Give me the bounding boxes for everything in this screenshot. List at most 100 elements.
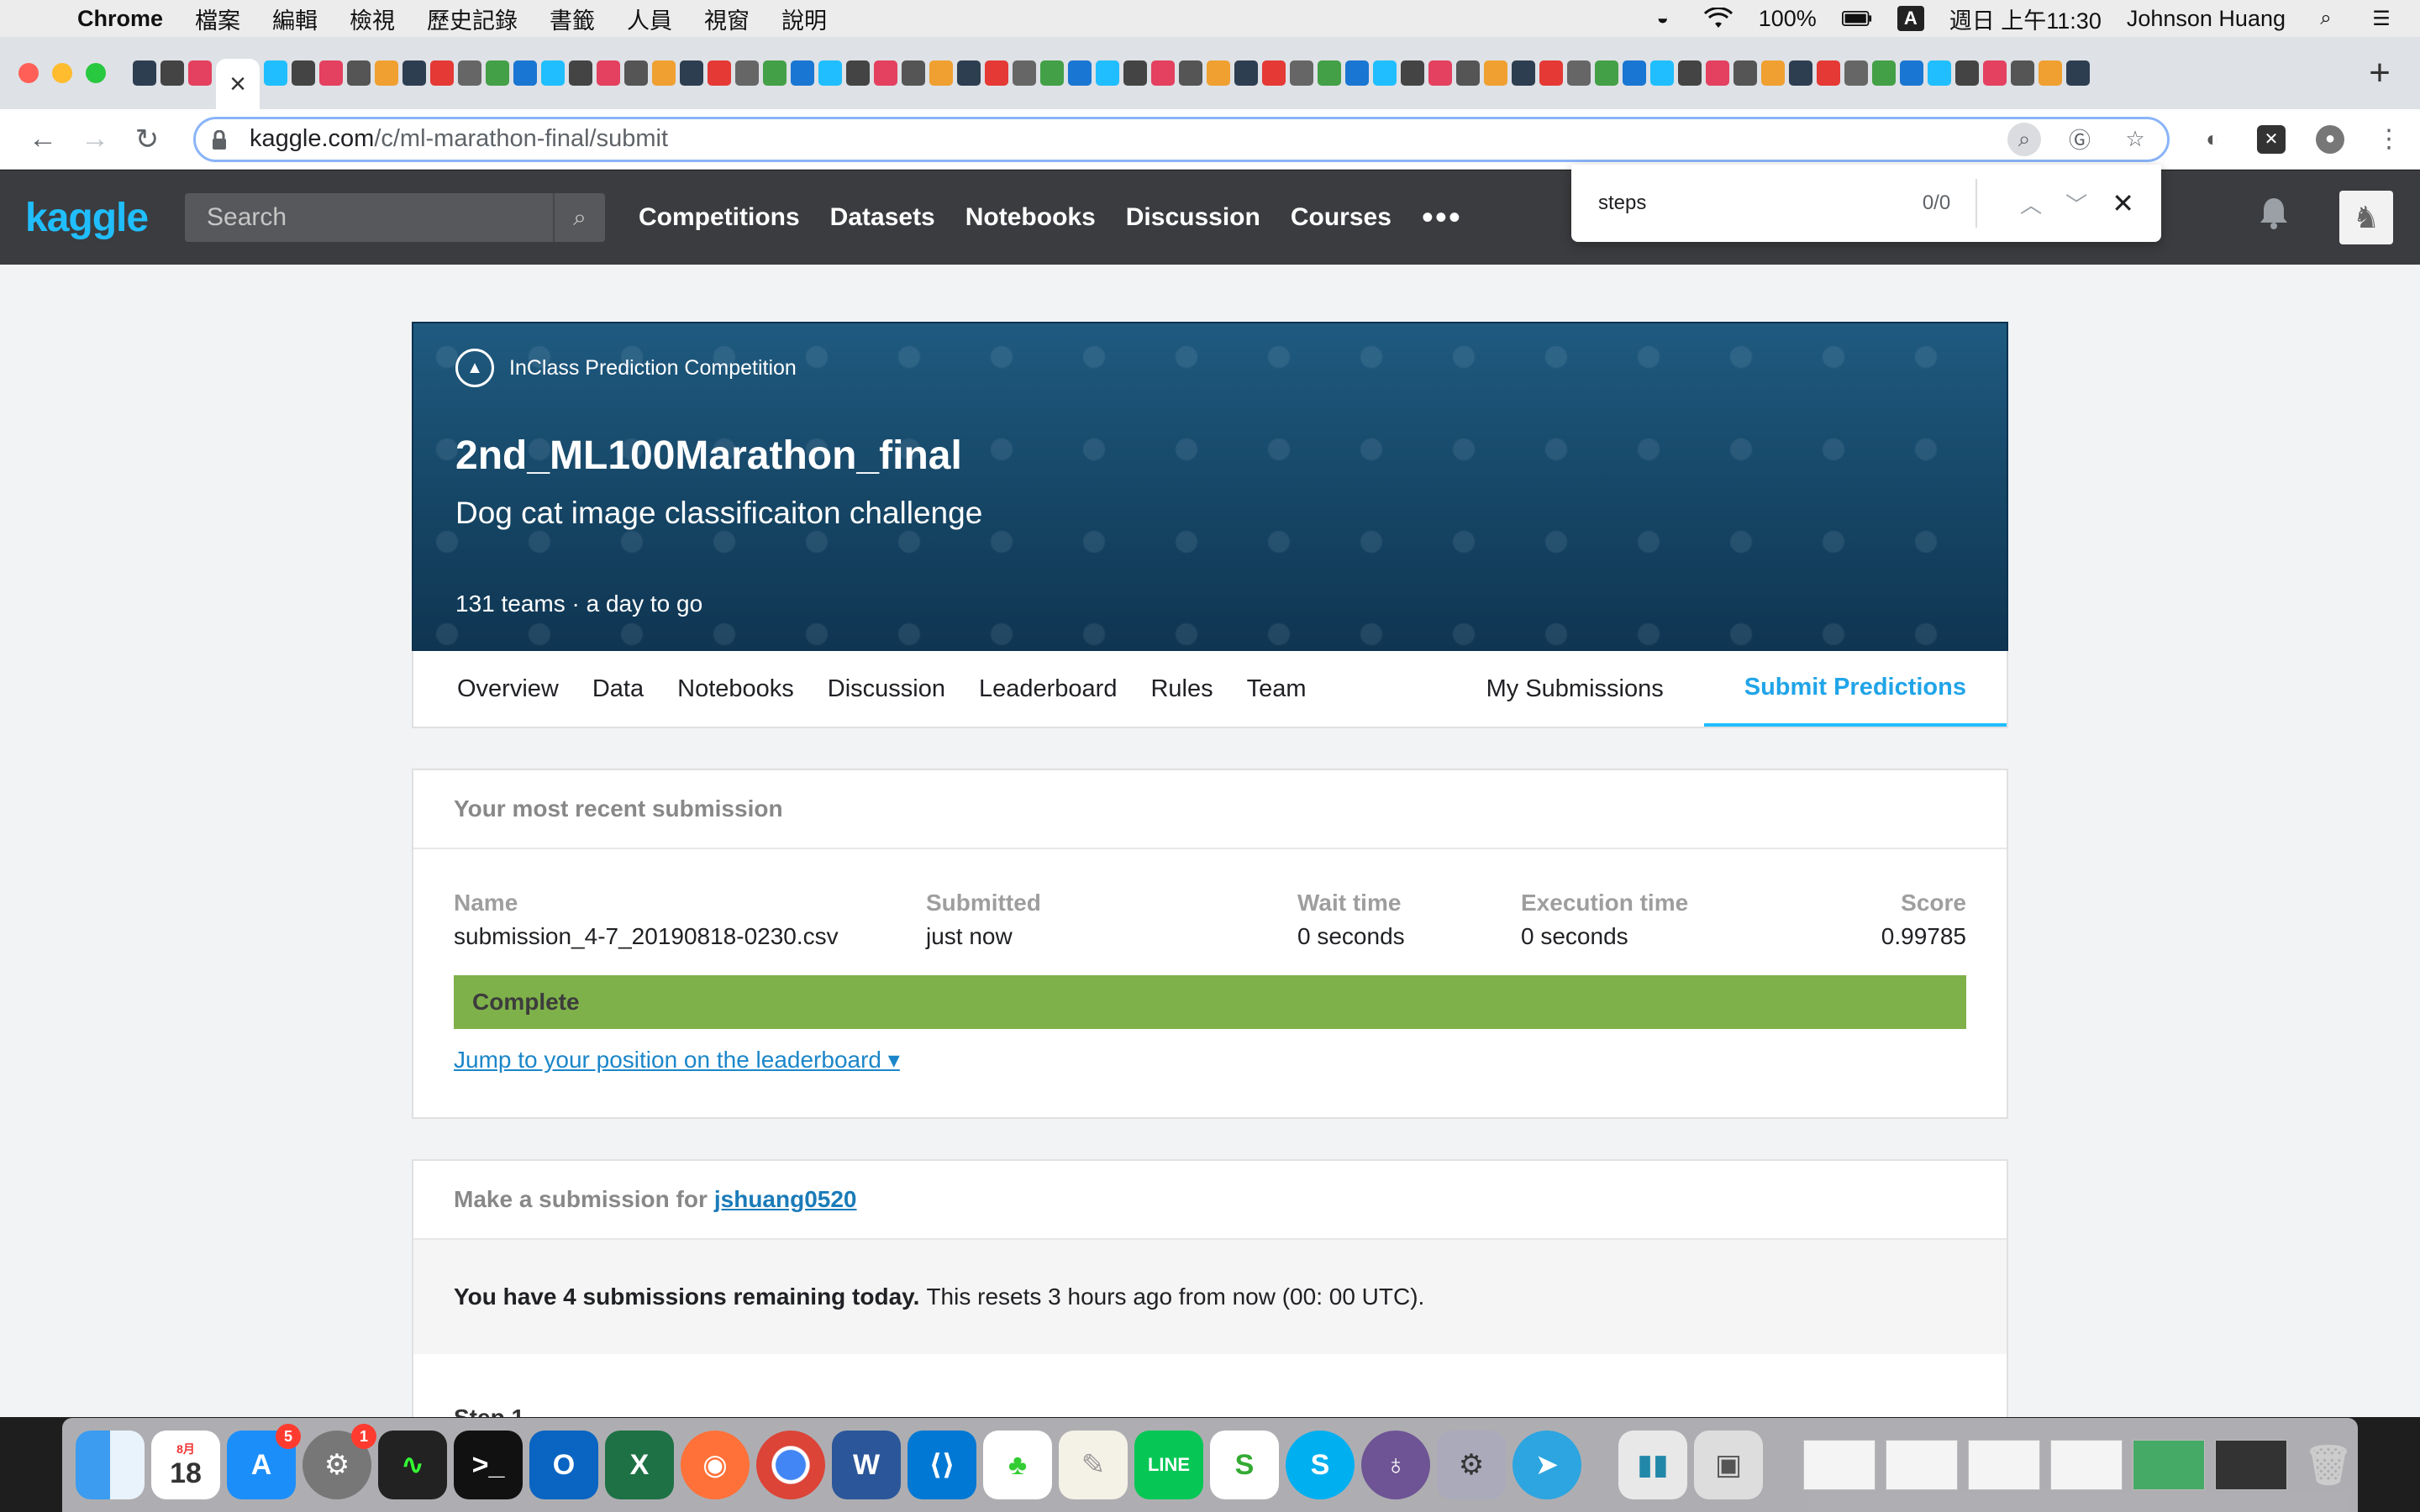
chart-app-icon[interactable]: ▮▮ [1618,1431,1687,1499]
excel-icon[interactable]: X [605,1431,674,1499]
find-input[interactable]: steps [1598,192,1923,215]
minimized-window[interactable] [2215,1440,2287,1490]
tab-data[interactable]: Data [592,675,644,703]
extension-pin-icon[interactable]: ◐ [2198,124,2227,154]
firefox-icon[interactable]: ◉ [681,1431,750,1499]
tab-favicon[interactable] [1678,60,1702,86]
tab-favicon[interactable] [1983,60,2007,86]
minimized-window[interactable] [1886,1440,1958,1490]
tab-favicon[interactable] [846,60,870,86]
tab-favicon[interactable] [1761,60,1785,86]
tab-favicon[interactable] [1040,60,1064,86]
tab-favicon[interactable] [708,60,731,86]
tab-favicon[interactable] [735,60,759,86]
tab-my-submissions[interactable]: My Submissions [1446,651,1704,727]
tab-favicon[interactable] [1290,60,1313,86]
find-next-icon[interactable]: ﹀ [2060,188,2093,219]
tab-favicon[interactable] [569,60,592,86]
tab-favicon[interactable] [1512,60,1535,86]
translate-icon[interactable]: Ⓖ [2063,123,2096,156]
tab-favicon[interactable] [1345,60,1369,86]
reload-icon[interactable]: ↻ [121,123,173,156]
tab-favicon[interactable] [763,60,786,86]
minimized-window[interactable] [1803,1440,1876,1490]
menu-help[interactable]: 說明 [781,3,827,35]
menu-history[interactable]: 歷史記錄 [427,3,518,35]
minimized-window[interactable] [1968,1440,2040,1490]
active-tab-close-icon[interactable]: × [216,59,260,109]
minimized-window[interactable] [2133,1440,2205,1490]
line-icon[interactable]: LINE [1134,1431,1203,1499]
tab-favicon[interactable] [1567,60,1591,86]
battery-icon[interactable] [1841,7,1872,30]
tab-favicon[interactable] [1234,60,1258,86]
tab-discussion[interactable]: Discussion [828,675,945,703]
menu-edit[interactable]: 編輯 [272,3,318,35]
find-in-page-icon[interactable]: ⌕ [2007,122,2041,156]
tab-favicon[interactable] [902,60,925,86]
tab-favicon[interactable] [1151,60,1175,86]
tab-favicon[interactable] [985,60,1008,86]
tab-rules[interactable]: Rules [1150,675,1213,703]
tab-submit-predictions[interactable]: Submit Predictions [1703,651,2007,727]
github-icon[interactable]: ♁ [1361,1431,1430,1499]
tab-favicon[interactable] [486,60,509,86]
tab-favicon[interactable] [1928,60,1951,86]
evernote-icon[interactable]: ♣ [983,1431,1052,1499]
tab-overview[interactable]: Overview [457,675,559,703]
kaggle-search-input[interactable]: Search ⌕ [185,193,605,242]
chrome-menu-icon[interactable]: ⋮ [2375,124,2403,154]
tab-favicon[interactable] [2011,60,2034,86]
forward-arrow-icon[interactable]: → [69,123,121,155]
tab-favicon[interactable] [1262,60,1286,86]
menu-window[interactable]: 視窗 [704,3,750,35]
tab-favicon[interactable] [541,60,565,86]
tab-favicon[interactable] [1733,60,1757,86]
lock-icon[interactable] [211,129,229,150]
cloud-status-icon[interactable]: ◒ [1648,7,1678,30]
tab-favicon[interactable] [1844,60,1868,86]
tab-favicon[interactable] [1068,60,1092,86]
menu-bookmarks[interactable]: 書籤 [550,3,595,35]
search-icon[interactable]: ⌕ [553,193,605,242]
jump-to-leaderboard-link[interactable]: Jump to your position on the leaderboard… [454,1046,1966,1074]
tab-favicon[interactable] [1456,60,1480,86]
tab-favicon[interactable] [1817,60,1840,86]
menu-people[interactable]: 人員 [627,3,672,35]
preview-icon[interactable]: ▣ [1694,1431,1763,1499]
tab-favicon[interactable] [957,60,981,86]
close-window-icon[interactable] [18,63,39,83]
input-method-badge[interactable]: A [1897,6,1924,31]
zoom-window-icon[interactable] [86,63,106,83]
tab-favicon[interactable] [1650,60,1674,86]
tab-favicon[interactable] [1318,60,1341,86]
tab-favicon[interactable] [375,60,398,86]
more-menu-icon[interactable]: ••• [1422,199,1462,237]
profile-avatar-icon[interactable]: ● [2316,124,2344,154]
tab-favicon[interactable] [319,60,343,86]
menu-view[interactable]: 檢視 [350,3,395,35]
extension-x-icon[interactable]: ✕ [2257,124,2286,154]
terminal-icon[interactable]: >_ [454,1431,523,1499]
tab-favicon[interactable] [160,60,184,86]
spotlight-search-icon[interactable]: ⌕ [2311,7,2341,30]
system-preferences-icon[interactable]: ⚙ 1 [302,1424,376,1499]
kaggle-logo[interactable]: kaggle [25,195,160,241]
tab-favicon[interactable] [264,60,287,86]
address-bar[interactable]: kaggle.com/c/ml-marathon-final/submit ⌕ … [193,116,2170,162]
tab-favicon[interactable] [188,60,212,86]
back-arrow-icon[interactable]: ← [17,123,69,155]
nav-discussion[interactable]: Discussion [1126,203,1260,232]
username-link[interactable]: jshuang0520 [714,1186,857,1213]
tab-favicon[interactable] [597,60,620,86]
tab-favicon[interactable] [1373,60,1397,86]
menubar-clock[interactable]: 週日 上午11:30 [1949,3,2102,35]
tab-leaderboard[interactable]: Leaderboard [979,675,1117,703]
tab-favicon[interactable] [818,60,842,86]
tab-favicon[interactable] [929,60,953,86]
textedit-icon[interactable]: ✎ [1059,1431,1128,1499]
activity-monitor-icon[interactable]: ∿ [378,1431,447,1499]
skype-icon[interactable]: S [1286,1431,1355,1499]
wifi-icon[interactable] [1703,7,1733,30]
tab-favicon[interactable] [430,60,454,86]
